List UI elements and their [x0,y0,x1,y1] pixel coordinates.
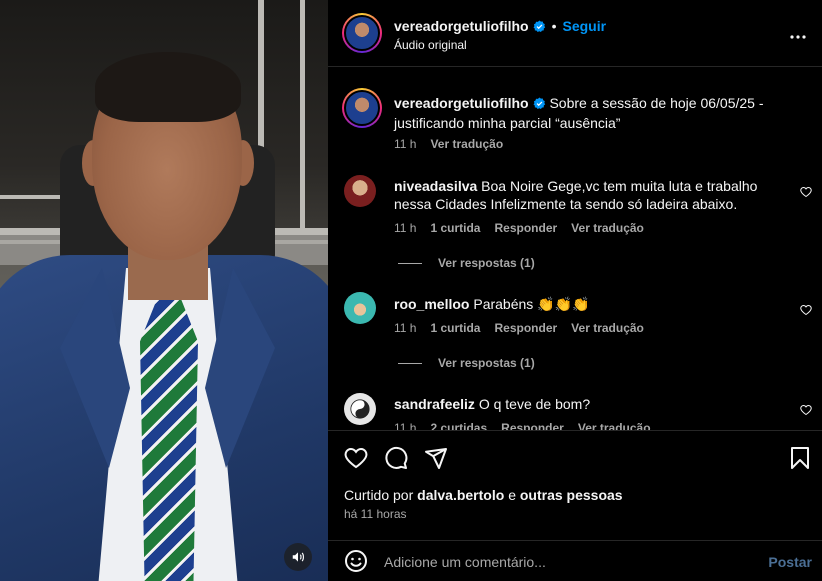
comment-likes[interactable]: 2 curtidas [430,421,487,430]
like-comment-button[interactable] [800,185,812,203]
author-username[interactable]: vereadorgetuliofilho [394,18,529,34]
bookmark-icon [791,447,809,469]
comment-avatar[interactable] [344,292,376,324]
caption: vereadorgetuliofilho Sobre a sessão de h… [394,94,804,132]
comment-likes[interactable]: 1 curtida [430,221,480,235]
comment: roo_melloo Parabéns 👏👏👏 [394,295,794,313]
comment-time: 11 h [394,221,417,235]
caption-author-avatar[interactable] [342,88,382,128]
view-replies-button[interactable]: Ver respostas (1) [398,256,535,270]
post-timestamp[interactable]: há 11 horas [344,507,407,521]
liked-by-others[interactable]: outras pessoas [520,487,623,503]
yin-yang-icon [350,399,370,419]
comment-avatar[interactable] [344,393,376,425]
add-comment-bar: Postar [328,540,822,581]
more-options-button[interactable] [790,26,806,44]
comment-username[interactable]: niveadasilva [394,178,477,194]
reply-button[interactable]: Responder [494,321,557,335]
comments-list[interactable]: vereadorgetuliofilho Sobre a sessão de h… [328,68,822,430]
emoji-button[interactable] [344,549,368,578]
heart-icon [800,186,812,198]
person-hair [95,52,241,122]
post-header: vereadorgetuliofilho • Seguir Áudio origin… [328,0,822,67]
comment-likes[interactable]: 1 curtida [430,321,480,335]
save-button[interactable] [790,446,810,475]
comment-time: 11 h [394,421,417,430]
heart-icon [344,447,368,469]
share-icon [425,448,447,469]
follow-button[interactable]: Seguir [562,18,606,34]
volume-icon [292,552,304,562]
reply-button[interactable]: Responder [494,221,557,235]
comment-time: 11 h [394,321,417,335]
liked-by: Curtido por dalva.bertolo e outras pesso… [344,487,623,503]
comment-translate-link[interactable]: Ver tradução [571,221,644,235]
comment-button[interactable] [384,446,408,475]
post-actions: Curtido por dalva.bertolo e outras pesso… [328,430,822,540]
verified-icon [533,96,546,114]
audio-label[interactable]: Áudio original [394,38,467,52]
heart-icon [800,404,812,416]
volume-toggle-button[interactable] [284,543,312,571]
like-comment-button[interactable] [800,303,812,321]
post-comment-button[interactable]: Postar [768,554,812,570]
emoji-icon [345,550,367,572]
comment-input[interactable] [384,551,744,573]
like-comment-button[interactable] [800,403,812,421]
comment-username[interactable]: roo_melloo [394,296,469,312]
comment-translate-link[interactable]: Ver tradução [571,321,644,335]
reply-button[interactable]: Responder [501,421,564,430]
author-avatar[interactable] [342,13,382,53]
heart-icon [800,304,812,316]
comment: niveadasilva Boa Noire Gege,vc tem muita… [394,177,794,213]
more-icon [790,35,806,39]
comment-text: Parabéns 👏👏👏 [473,296,590,312]
reel-video[interactable] [0,0,328,581]
comment-icon [385,446,408,469]
comment-avatar[interactable] [344,175,376,207]
share-button[interactable] [424,446,448,475]
comment-username[interactable]: sandrafeeliz [394,396,475,412]
caption-username[interactable]: vereadorgetuliofilho [394,95,529,111]
person-tie [140,298,198,581]
comment-text: O q teve de bom? [478,396,591,412]
verified-icon [533,20,546,38]
post-panel: vereadorgetuliofilho • Seguir Áudio origin… [328,0,822,581]
view-replies-button[interactable]: Ver respostas (1) [398,356,535,370]
like-button[interactable] [344,446,368,475]
liked-by-user[interactable]: dalva.bertolo [417,487,504,503]
caption-translate-link[interactable]: Ver tradução [430,137,503,151]
comment-translate-link[interactable]: Ver tradução [578,421,651,430]
comment: sandrafeeliz O q teve de bom? [394,395,794,413]
caption-time: 11 h [394,137,417,151]
